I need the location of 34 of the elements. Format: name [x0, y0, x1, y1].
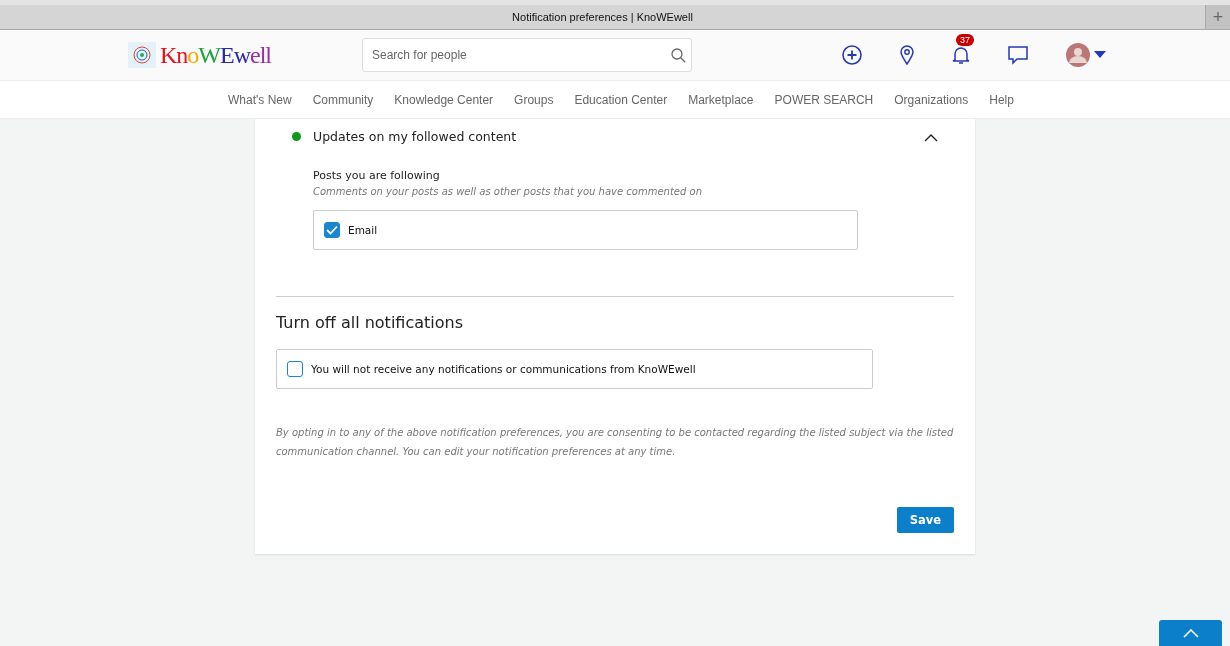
nav-link[interactable]: What's New — [228, 92, 292, 107]
section-title: Updates on my followed content — [313, 128, 518, 144]
group-description: Comments on your posts as well as other posts that you have commented on — [313, 186, 703, 197]
search-icon[interactable] — [671, 48, 686, 63]
window-title: Notification preferences | KnoWEwell — [511, 11, 694, 23]
option-label: Email — [348, 224, 378, 236]
checkbox[interactable] — [324, 222, 340, 238]
logo-mandala-icon — [128, 42, 156, 68]
nav-link[interactable]: POWER SEARCH — [774, 92, 874, 107]
bell-icon[interactable] — [952, 45, 970, 65]
plus-circle-icon[interactable] — [842, 45, 862, 65]
nav-link[interactable]: Knowledge Center — [394, 92, 494, 107]
option-label: You will not receive any notifications or communications from KnoWEwell — [311, 363, 696, 375]
checkbox-option[interactable]: Email — [313, 210, 858, 250]
checkbox-option[interactable]: You will not receive any notifications or communications from KnoWEwell — [276, 349, 873, 389]
group-title: Posts you are following — [313, 169, 441, 182]
logo-text[interactable]: KnoWEwell — [160, 41, 271, 69]
nav-link[interactable]: Help — [989, 92, 1014, 107]
new-tab-button[interactable]: + — [1205, 5, 1230, 29]
notification-count-badge: 37 — [956, 34, 974, 46]
nav-link[interactable]: Marketplace — [688, 92, 754, 107]
chat-bubble-icon[interactable] — [1008, 45, 1028, 65]
save-button[interactable]: Save — [896, 507, 954, 533]
nav-link[interactable]: Groups — [514, 92, 554, 107]
caret-icon[interactable] — [1094, 51, 1106, 59]
disclaimer-text: By opting in to any of the above notification preferences, you are consenting to be contacted regarding the listed subject via the listed communication channel. You can edit your notification preferences at any time. — [276, 426, 954, 459]
nav-link[interactable]: Education Center — [574, 92, 668, 107]
nav-link[interactable]: Community — [312, 92, 374, 107]
location-pin-icon[interactable] — [900, 45, 914, 65]
section-heading: Turn off all notifications — [276, 313, 464, 332]
chevron-up-icon[interactable] — [924, 133, 938, 142]
checkbox[interactable] — [287, 361, 303, 377]
nav-link[interactable]: Organizations — [894, 92, 969, 107]
search-field[interactable]: Search for people — [362, 38, 692, 72]
